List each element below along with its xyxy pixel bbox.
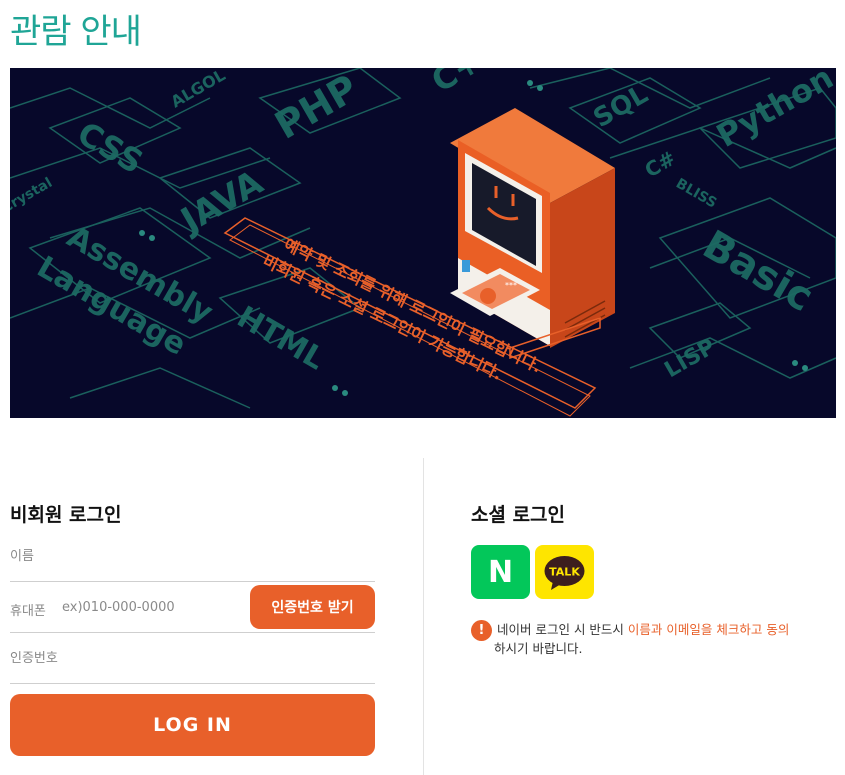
banner-lang-cpp: C++	[425, 68, 511, 100]
social-login-title: 소셜 로그인	[471, 504, 566, 526]
banner-lang-basic: Basic	[695, 222, 821, 321]
verification-code-field	[10, 633, 375, 684]
kakao-login-button[interactable]: TALK	[535, 545, 594, 599]
banner-card-text: ***	[505, 281, 517, 290]
page-title: 관람 안내	[10, 12, 142, 52]
banner-lang-csharp: C#	[641, 146, 680, 183]
name-input[interactable]	[10, 531, 375, 581]
request-verification-button[interactable]: 인증번호 받기	[250, 585, 375, 629]
kakao-talk-icon: TALK	[544, 556, 585, 590]
banner-lang-lisp: LISP	[661, 334, 720, 383]
banner-lang-crystal: Crystal	[10, 175, 55, 217]
naver-icon: N	[488, 555, 513, 590]
banner-lang-bliss: BLISS	[673, 176, 719, 212]
banner-lang-algol: ALGOL	[168, 68, 229, 111]
notice-text-prefix: 네이버 로그인 시 반드시	[497, 622, 628, 637]
notice-text-suffix: 하시기 바랍니다.	[494, 641, 583, 656]
kiosk-illustration: ***	[450, 108, 615, 360]
naver-login-button[interactable]: N	[471, 545, 530, 599]
banner-lang-php: PHP	[268, 68, 366, 148]
banner-lang-sql: SQL	[589, 79, 654, 134]
section-divider	[423, 458, 424, 775]
warning-icon: !	[471, 620, 492, 641]
phone-label: 휴대폰	[10, 604, 46, 619]
banner-illustration: CSS ALGOL PHP C++ SQL Python C# BLISS Ba…	[10, 68, 836, 417]
guest-login-title: 비회원 로그인	[10, 504, 122, 526]
hero-banner: CSS ALGOL PHP C++ SQL Python C# BLISS Ba…	[10, 68, 836, 418]
login-button[interactable]: LOG IN	[10, 694, 375, 756]
verification-code-input[interactable]	[10, 633, 375, 683]
naver-login-notice: 네이버 로그인 시 반드시 이름과 이메일을 체크하고 동의 하시기 바랍니다.	[494, 620, 842, 658]
name-field	[10, 531, 375, 582]
phone-input[interactable]	[62, 582, 242, 632]
notice-text-highlight: 이름과 이메일을 체크하고 동의	[627, 622, 790, 637]
banner-lang-python: Python	[710, 68, 836, 155]
naver-icon-letter: N	[488, 555, 513, 590]
kakao-icon-label: TALK	[549, 566, 580, 579]
banner-lang-css: CSS	[71, 114, 150, 181]
banner-lang-html: HTML	[231, 300, 330, 378]
